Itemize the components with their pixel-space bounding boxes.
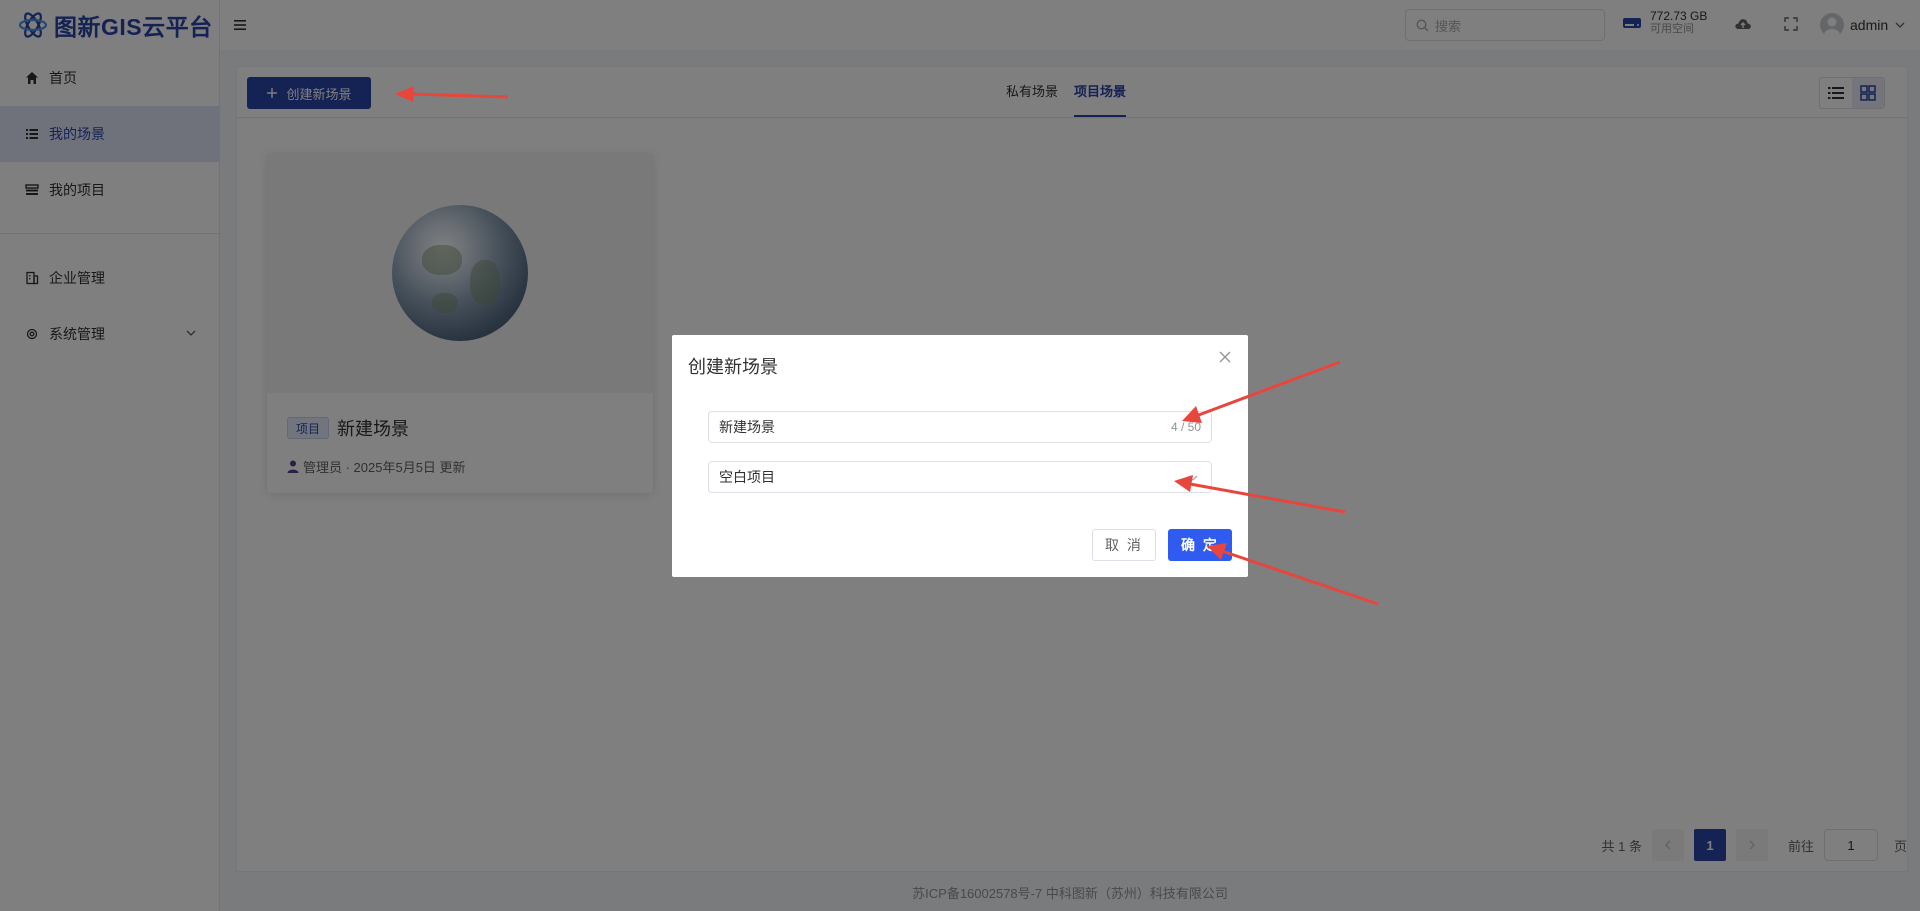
project-select-value: 空白项目 (719, 469, 775, 485)
scene-name-value: 新建场景 (719, 419, 775, 435)
char-counter: 4 / 50 (1170, 420, 1201, 434)
scene-name-field[interactable]: 新建场景 4 / 50 (708, 411, 1212, 443)
project-select[interactable]: 空白项目 (708, 461, 1212, 493)
cancel-button[interactable]: 取 消 (1092, 529, 1156, 561)
dialog-title: 创建新场景 (688, 357, 778, 377)
chevron-down-icon (1188, 475, 1198, 481)
close-icon[interactable] (1218, 350, 1232, 364)
create-scene-dialog: 创建新场景 新建场景 4 / 50 空白项目 取 消 确 定 (672, 335, 1248, 577)
confirm-button[interactable]: 确 定 (1168, 529, 1232, 561)
